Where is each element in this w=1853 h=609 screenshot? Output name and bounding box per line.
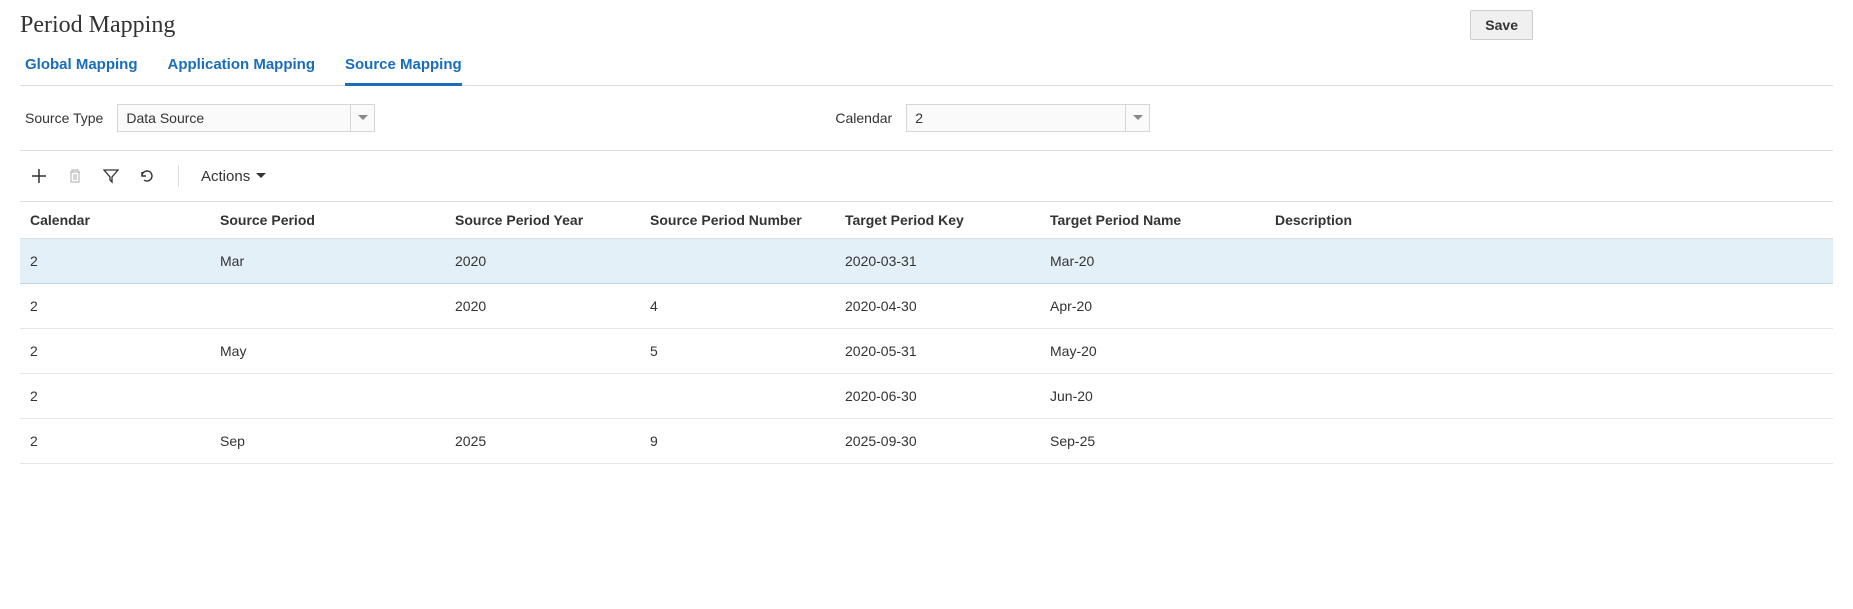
chevron-down-icon bbox=[256, 173, 266, 179]
cell-target_name: Apr-20 bbox=[1040, 284, 1265, 329]
col-header-description[interactable]: Description bbox=[1265, 202, 1833, 239]
chevron-down-icon bbox=[1125, 105, 1149, 131]
cell-source_period: Mar bbox=[210, 239, 445, 284]
table-row[interactable]: 2Mar2020 2020-03-31Mar-20 bbox=[20, 239, 1833, 284]
cell-source_num: 5 bbox=[640, 329, 835, 374]
cell-source_period bbox=[210, 374, 445, 419]
cell-source_num bbox=[640, 239, 835, 284]
tabs: Global Mapping Application Mapping Sourc… bbox=[20, 48, 1833, 86]
cell-target_key: 2025-09-30 bbox=[835, 419, 1040, 464]
cell-target_name: Sep-25 bbox=[1040, 419, 1265, 464]
col-header-source-period-number[interactable]: Source Period Number bbox=[640, 202, 835, 239]
source-type-label: Source Type bbox=[25, 110, 103, 126]
cell-calendar: 2 bbox=[20, 284, 210, 329]
cell-calendar: 2 bbox=[20, 374, 210, 419]
cell-source_num: 9 bbox=[640, 419, 835, 464]
refresh-icon[interactable] bbox=[138, 167, 156, 185]
col-header-target-period-key[interactable]: Target Period Key bbox=[835, 202, 1040, 239]
col-header-calendar[interactable]: Calendar bbox=[20, 202, 210, 239]
table-row[interactable]: 2 202042020-04-30Apr-20 bbox=[20, 284, 1833, 329]
cell-source_year bbox=[445, 329, 640, 374]
cell-desc bbox=[1265, 374, 1833, 419]
cell-source_period: May bbox=[210, 329, 445, 374]
actions-menu[interactable]: Actions bbox=[201, 168, 266, 185]
toolbar: Actions bbox=[20, 151, 1833, 201]
cell-desc bbox=[1265, 284, 1833, 329]
cell-calendar: 2 bbox=[20, 419, 210, 464]
data-table: Calendar Source Period Source Period Yea… bbox=[20, 201, 1833, 464]
col-header-source-period-year[interactable]: Source Period Year bbox=[445, 202, 640, 239]
cell-source_year bbox=[445, 374, 640, 419]
cell-target_key: 2020-06-30 bbox=[835, 374, 1040, 419]
cell-source_num bbox=[640, 374, 835, 419]
cell-source_period bbox=[210, 284, 445, 329]
calendar-select[interactable]: 2 bbox=[906, 104, 1150, 132]
cell-target_key: 2020-04-30 bbox=[835, 284, 1040, 329]
tab-application-mapping[interactable]: Application Mapping bbox=[168, 48, 316, 86]
cell-desc bbox=[1265, 329, 1833, 374]
cell-calendar: 2 bbox=[20, 329, 210, 374]
calendar-value: 2 bbox=[915, 110, 1125, 126]
page-title: Period Mapping bbox=[20, 12, 175, 39]
col-header-target-period-name[interactable]: Target Period Name bbox=[1040, 202, 1265, 239]
table-row[interactable]: 2 2020-06-30Jun-20 bbox=[20, 374, 1833, 419]
actions-label: Actions bbox=[201, 168, 250, 185]
cell-calendar: 2 bbox=[20, 239, 210, 284]
cell-desc bbox=[1265, 239, 1833, 284]
cell-target_name: Jun-20 bbox=[1040, 374, 1265, 419]
source-type-select[interactable]: Data Source bbox=[117, 104, 375, 132]
cell-source_year: 2025 bbox=[445, 419, 640, 464]
toolbar-separator bbox=[178, 165, 179, 187]
filter-row: Source Type Data Source Calendar 2 bbox=[20, 86, 1833, 151]
cell-source_num: 4 bbox=[640, 284, 835, 329]
table-row[interactable]: 2Sep202592025-09-30Sep-25 bbox=[20, 419, 1833, 464]
tab-global-mapping[interactable]: Global Mapping bbox=[25, 48, 138, 86]
cell-source_period: Sep bbox=[210, 419, 445, 464]
calendar-label: Calendar bbox=[835, 110, 892, 126]
col-header-source-period[interactable]: Source Period bbox=[210, 202, 445, 239]
cell-target_name: May-20 bbox=[1040, 329, 1265, 374]
cell-target_name: Mar-20 bbox=[1040, 239, 1265, 284]
tab-source-mapping[interactable]: Source Mapping bbox=[345, 48, 462, 86]
cell-desc bbox=[1265, 419, 1833, 464]
cell-source_year: 2020 bbox=[445, 239, 640, 284]
cell-target_key: 2020-05-31 bbox=[835, 329, 1040, 374]
delete-icon bbox=[66, 167, 84, 185]
cell-source_year: 2020 bbox=[445, 284, 640, 329]
add-icon[interactable] bbox=[30, 167, 48, 185]
cell-target_key: 2020-03-31 bbox=[835, 239, 1040, 284]
filter-icon[interactable] bbox=[102, 167, 120, 185]
save-button[interactable]: Save bbox=[1470, 10, 1533, 40]
chevron-down-icon bbox=[350, 105, 374, 131]
table-row[interactable]: 2May 52020-05-31May-20 bbox=[20, 329, 1833, 374]
source-type-value: Data Source bbox=[126, 110, 350, 126]
